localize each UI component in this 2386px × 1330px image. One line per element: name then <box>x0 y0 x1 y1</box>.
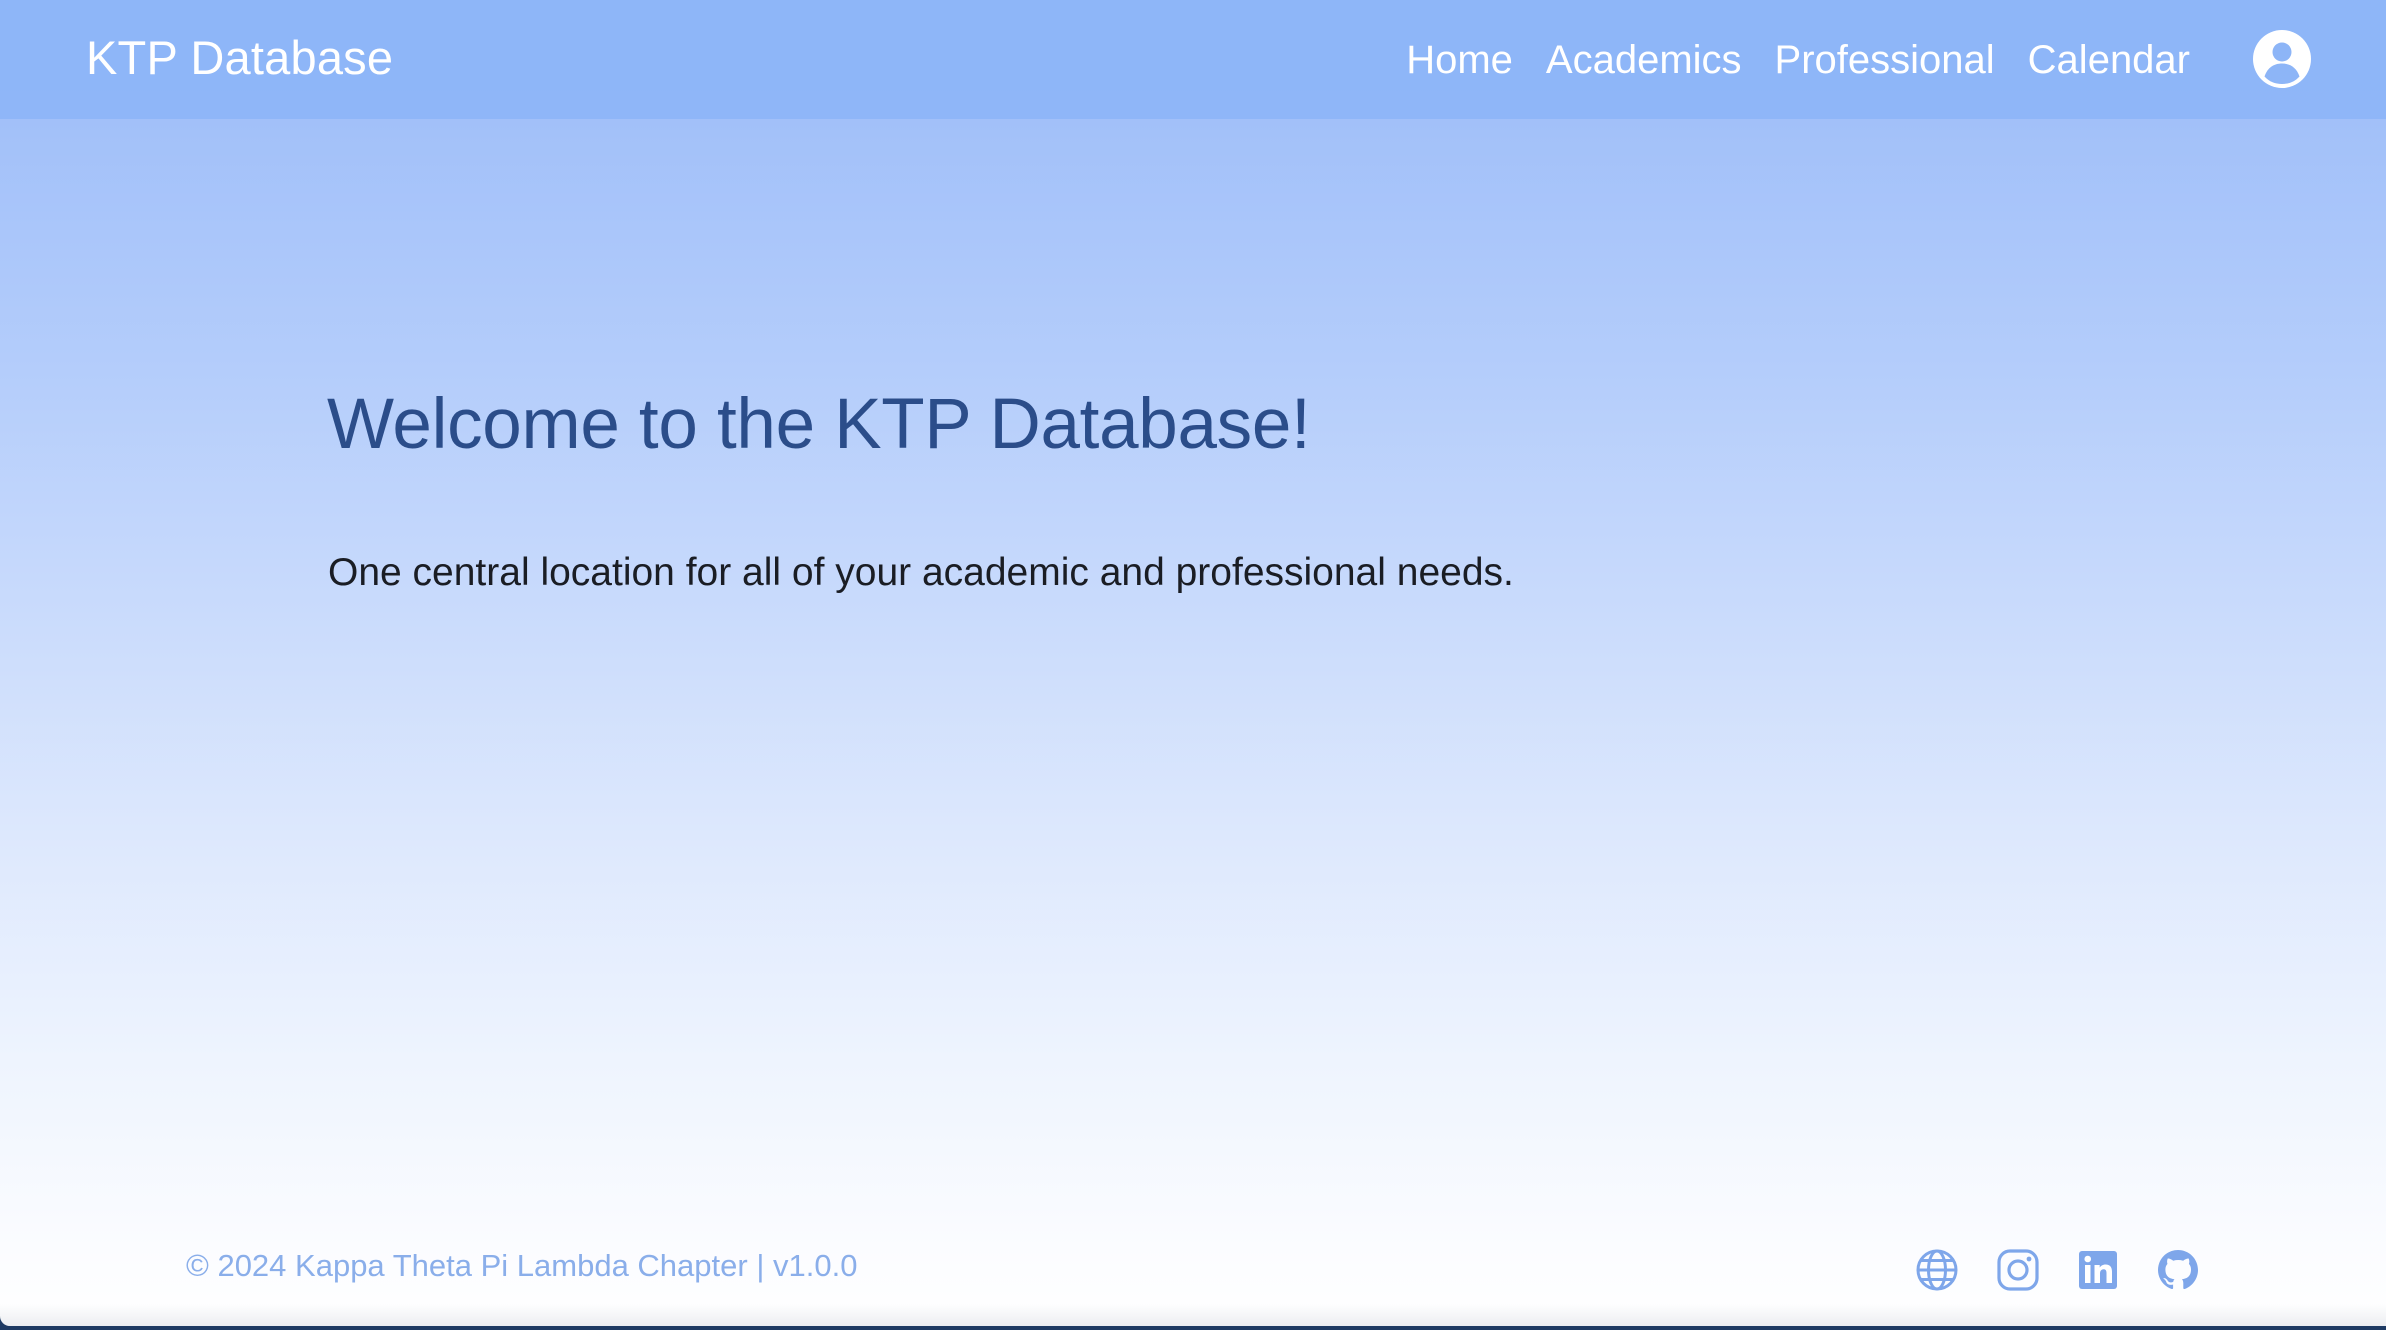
nav-link-academics[interactable]: Academics <box>1546 34 1742 86</box>
nav-link-home[interactable]: Home <box>1406 34 1513 86</box>
nav-link-professional[interactable]: Professional <box>1775 34 1995 86</box>
navbar: KTP Database Home Academics Professional… <box>0 0 2386 119</box>
footer-copyright: © 2024 Kappa Theta Pi Lambda Chapter | v… <box>186 1248 858 1283</box>
globe-icon[interactable] <box>1915 1248 1959 1292</box>
page-subtitle: One central location for all of your aca… <box>328 551 1514 594</box>
page-title: Welcome to the KTP Database! <box>327 385 1311 464</box>
page: KTP Database Home Academics Professional… <box>0 0 2386 1326</box>
github-icon[interactable] <box>2156 1248 2200 1292</box>
user-circle-icon[interactable] <box>2253 30 2311 88</box>
brand-link[interactable]: KTP Database <box>86 30 393 85</box>
nav-links: Home Academics Professional Calendar <box>1373 34 2190 86</box>
instagram-icon[interactable] <box>1996 1248 2040 1292</box>
bottom-shadow <box>0 1304 2386 1326</box>
nav-link-calendar[interactable]: Calendar <box>2028 34 2190 86</box>
linkedin-icon[interactable] <box>2076 1248 2120 1292</box>
